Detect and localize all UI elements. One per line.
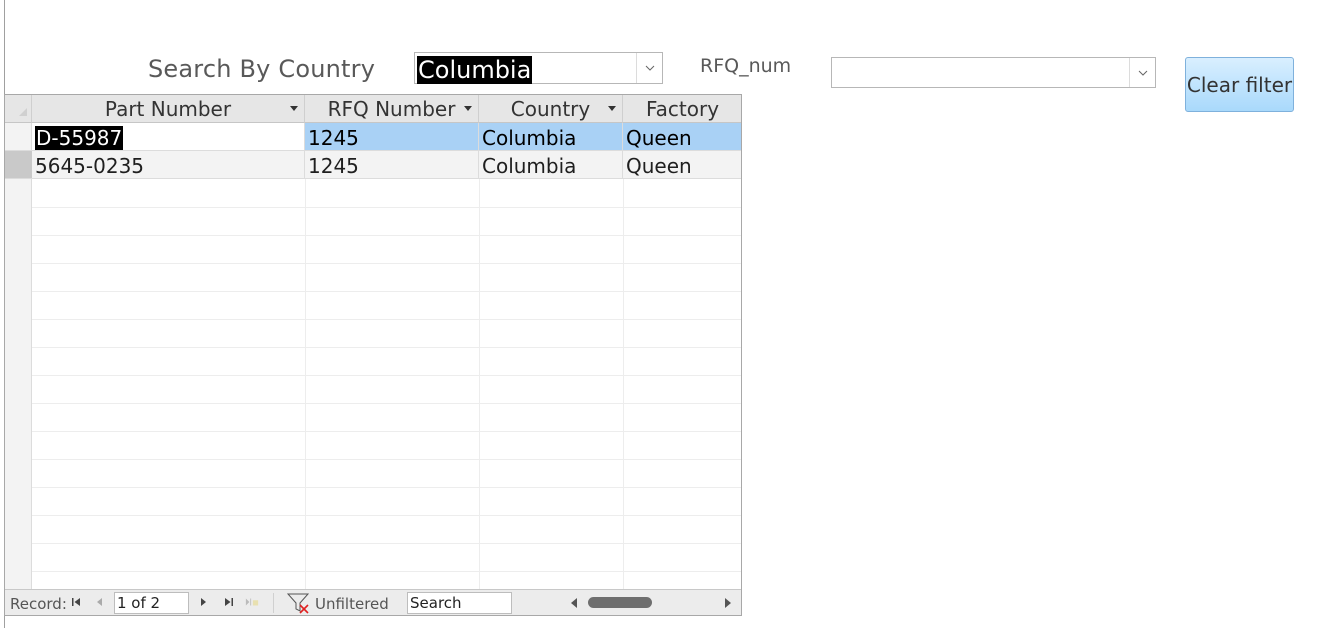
cell-factory[interactable]: Queen: [623, 123, 741, 151]
column-header-part-number[interactable]: Part Number: [32, 95, 305, 123]
record-search-field[interactable]: Search: [407, 592, 512, 614]
cell-factory[interactable]: Queen: [623, 151, 741, 179]
rfq-num-label: RFQ_num: [700, 55, 792, 77]
first-record-icon[interactable]: [69, 594, 83, 610]
sort-filter-arrow-icon[interactable]: [464, 106, 472, 111]
record-selector[interactable]: [5, 151, 32, 179]
country-combobox-value[interactable]: Columbia: [417, 56, 533, 84]
empty-row-line: [32, 459, 741, 460]
empty-row-line: [32, 515, 741, 516]
cell-text: D-55987: [35, 126, 124, 150]
rfq-dropdown-button[interactable]: [1129, 58, 1155, 87]
empty-column-line: [623, 179, 624, 589]
column-header-label: Part Number: [104, 96, 232, 121]
cell-country[interactable]: Columbia: [479, 123, 623, 151]
record-navigation-bar: Record: 1 of 2 Unfiltered Search: [5, 589, 741, 615]
column-header-country[interactable]: Country: [479, 95, 623, 123]
empty-row-line: [32, 375, 741, 376]
empty-row-line: [32, 347, 741, 348]
new-record-icon[interactable]: [245, 594, 259, 610]
previous-record-icon[interactable]: [93, 594, 107, 610]
empty-row-line: [32, 571, 741, 572]
empty-row-line: [32, 207, 741, 208]
scroll-left-icon[interactable]: [567, 595, 581, 611]
divider: [273, 593, 274, 613]
column-header-label: Country: [510, 96, 591, 121]
empty-row-line: [32, 319, 741, 320]
sort-filter-arrow-icon[interactable]: [608, 106, 616, 111]
cell-part-number[interactable]: 5645-0235: [32, 151, 305, 179]
column-header-rfq-number[interactable]: RFQ Number: [305, 95, 479, 123]
sort-filter-arrow-icon[interactable]: [290, 106, 298, 111]
clear-filter-button[interactable]: Clear filter: [1185, 57, 1294, 112]
empty-row-line: [32, 291, 741, 292]
record-selector[interactable]: [5, 123, 32, 151]
empty-row-line: [32, 235, 741, 236]
cell-part-number[interactable]: D-55987: [32, 123, 305, 151]
rfq-num-combobox[interactable]: [831, 57, 1156, 88]
empty-column-line: [305, 179, 306, 589]
access-form-window: Search By Country Columbia RFQ_num Clear…: [0, 0, 1329, 628]
column-header-factory[interactable]: Factory: [623, 95, 741, 123]
cell-rfq-number[interactable]: 1245: [305, 151, 479, 179]
scrollbar-thumb[interactable]: [588, 597, 652, 608]
cell-rfq-number[interactable]: 1245: [305, 123, 479, 151]
empty-row-line: [32, 263, 741, 264]
empty-column-line: [479, 179, 480, 589]
country-dropdown-button[interactable]: [636, 53, 662, 83]
filter-status-label[interactable]: Unfiltered: [315, 595, 389, 613]
search-by-country-label: Search By Country: [148, 55, 376, 83]
chevron-down-icon: [645, 65, 654, 71]
record-selector-column: [5, 123, 32, 589]
column-header-label: RFQ Number: [327, 96, 456, 121]
country-combobox[interactable]: Columbia: [414, 52, 663, 84]
last-record-icon[interactable]: [222, 594, 236, 610]
cell-country[interactable]: Columbia: [479, 151, 623, 179]
empty-row-line: [32, 543, 741, 544]
current-record-field[interactable]: 1 of 2: [114, 592, 189, 614]
scroll-right-icon[interactable]: [721, 595, 735, 611]
empty-row-line: [32, 487, 741, 488]
filter-cleared-icon[interactable]: [286, 592, 312, 614]
next-record-icon[interactable]: [196, 594, 210, 610]
empty-row-line: [32, 431, 741, 432]
empty-row-line: [32, 403, 741, 404]
column-header-label: Factory: [645, 96, 720, 121]
datasheet-subform: Part Number RFQ Number Country Factory D…: [4, 94, 742, 616]
record-label: Record:: [10, 595, 67, 613]
chevron-down-icon: [1138, 70, 1147, 76]
select-all-corner[interactable]: [5, 95, 32, 123]
